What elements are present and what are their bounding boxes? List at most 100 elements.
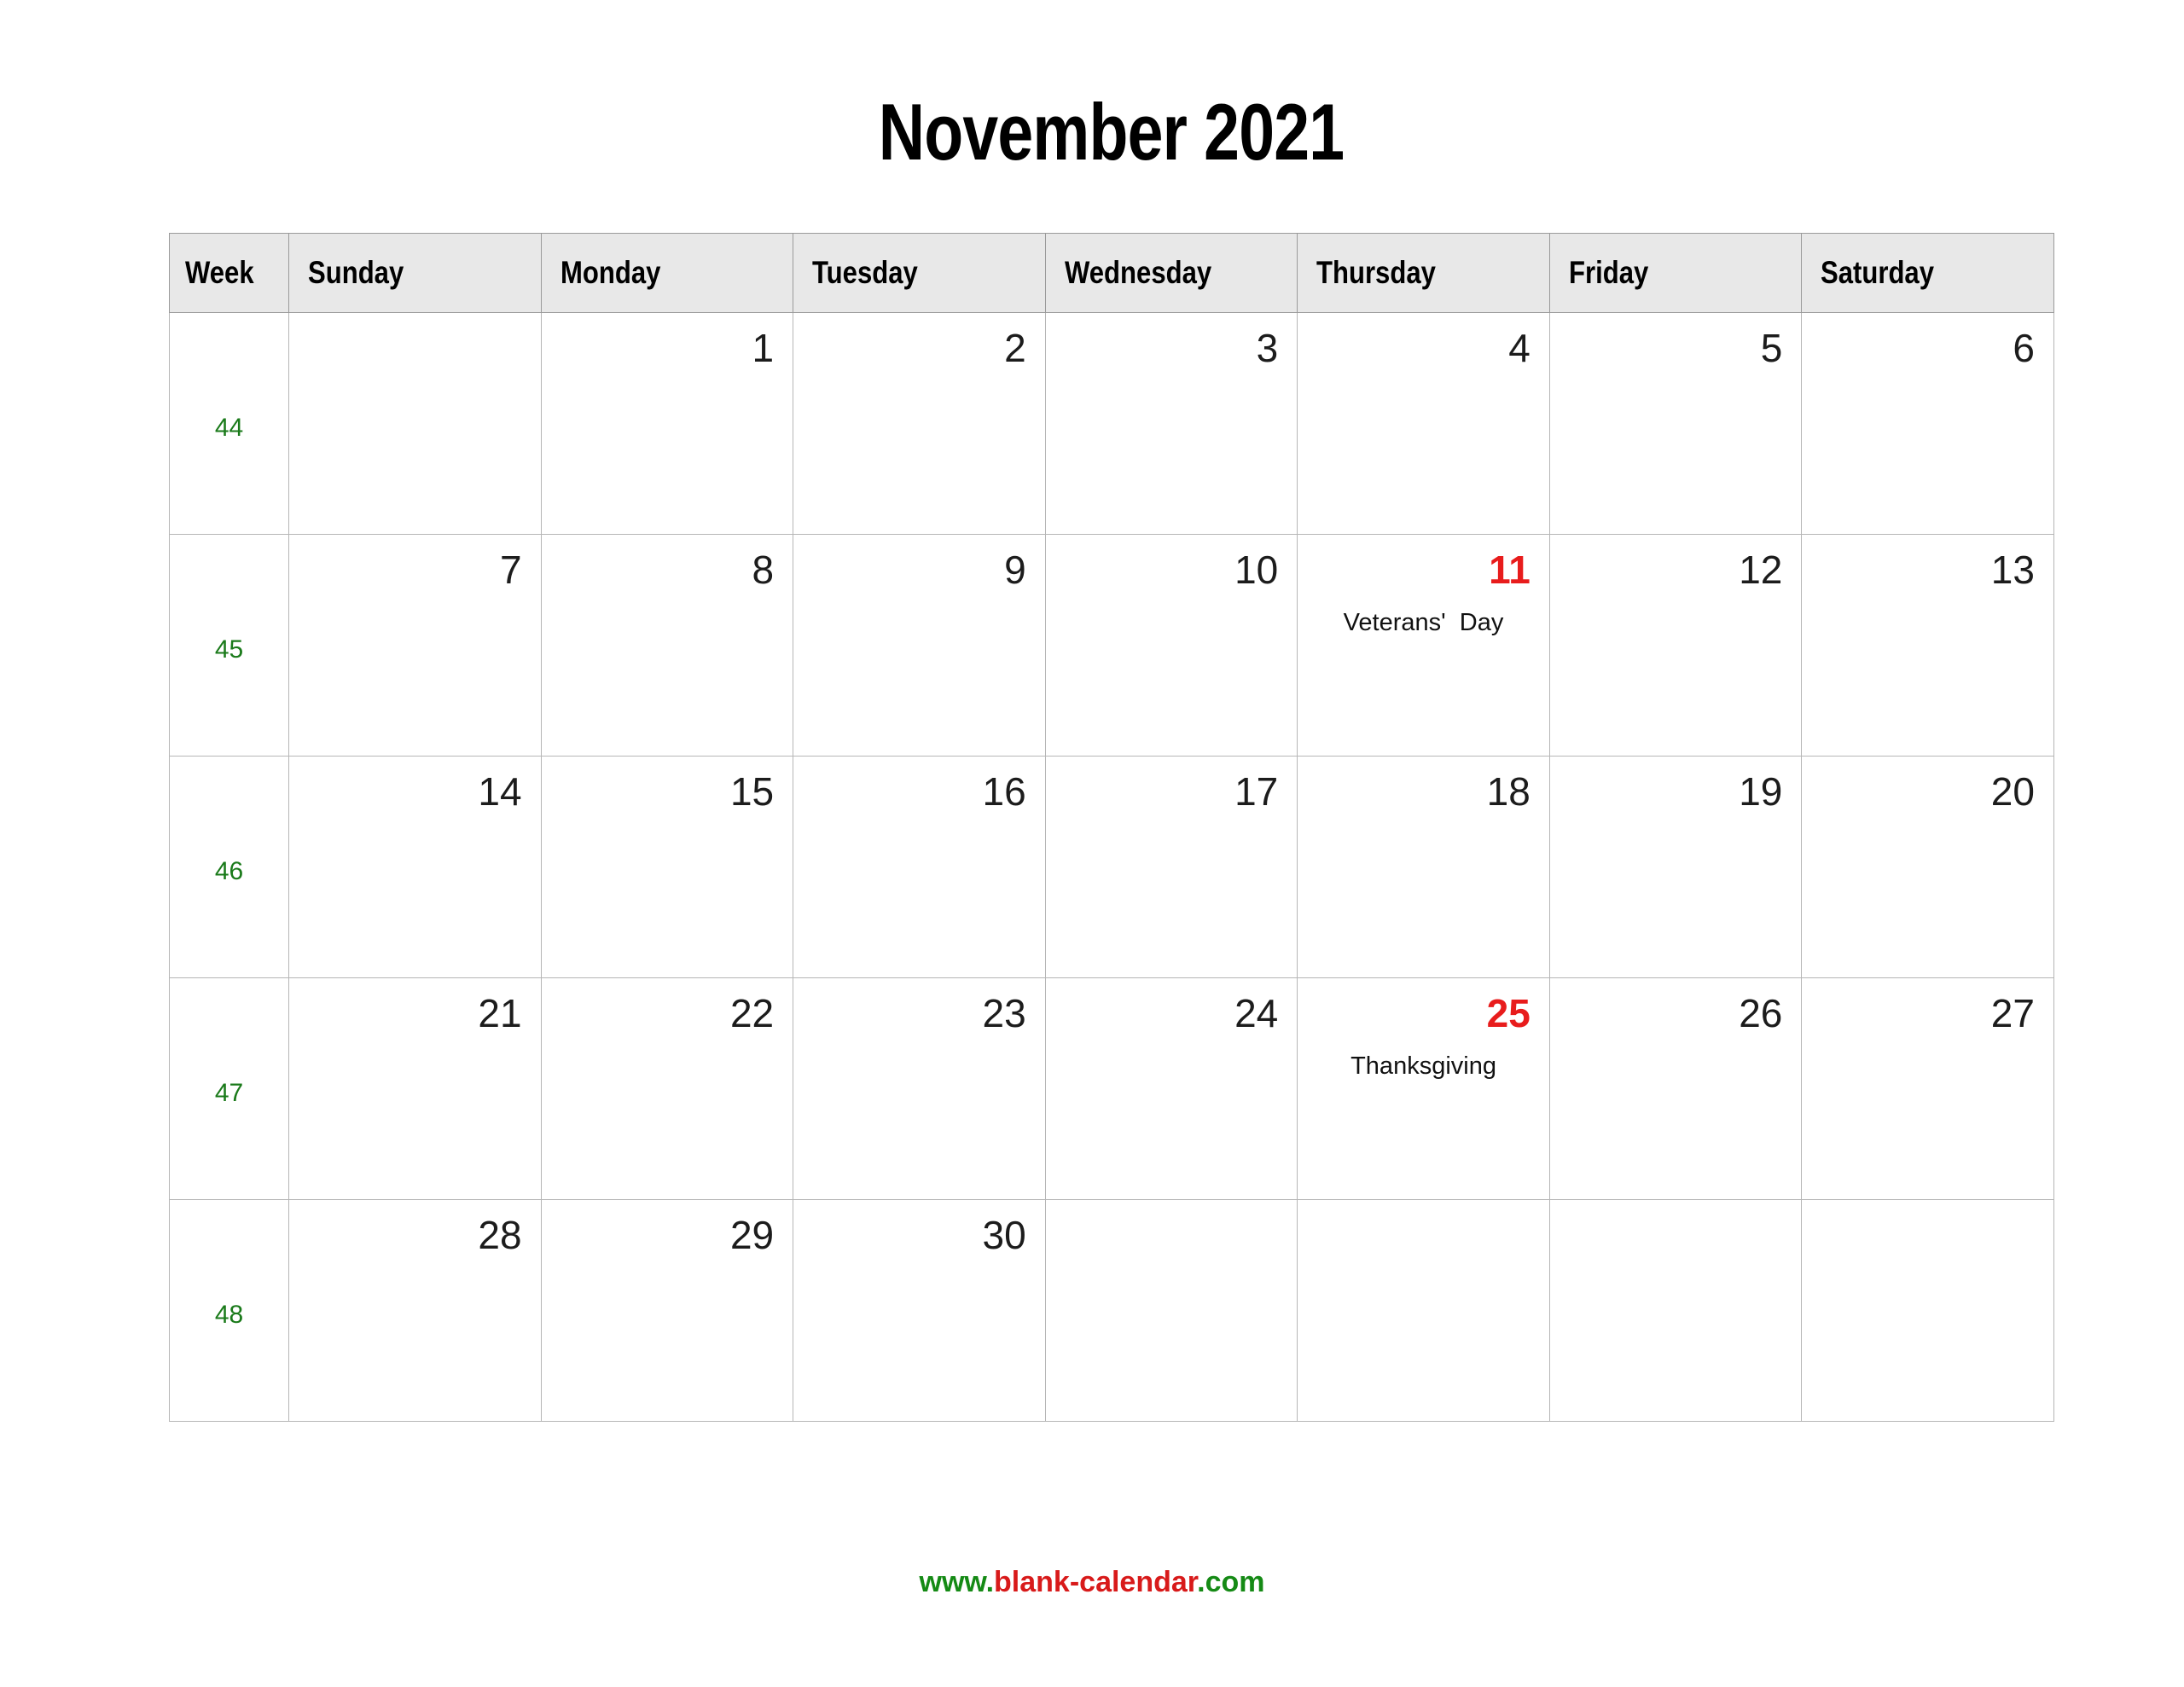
table-row: 46 14 15 16 17 18 19 20: [169, 756, 2054, 978]
week-number-label: 47: [214, 1078, 244, 1107]
day-number: 17: [1234, 769, 1279, 814]
day-cell[interactable]: 8: [540, 534, 794, 757]
day-cell[interactable]: 20: [1801, 756, 2054, 978]
column-header-saturday-label: Saturday: [1821, 255, 1935, 290]
day-number-holiday: 25: [1486, 991, 1531, 1035]
day-cell[interactable]: 10: [1044, 534, 1298, 757]
column-header-monday-label: Monday: [560, 255, 660, 290]
week-number-label: 44: [214, 413, 244, 442]
day-number: 10: [1234, 548, 1279, 592]
day-cell[interactable]: 11 Veterans' Day: [1297, 534, 1550, 757]
day-cell[interactable]: 27: [1801, 977, 2054, 1200]
column-header-friday: Friday: [1548, 233, 1803, 313]
day-cell-empty: [1044, 1199, 1298, 1422]
day-number: 8: [752, 548, 775, 592]
day-cell[interactable]: 15: [540, 756, 794, 978]
day-cell[interactable]: 2: [793, 312, 1046, 535]
day-cell[interactable]: 7: [288, 534, 542, 757]
day-number: 27: [1990, 991, 2035, 1035]
day-cell[interactable]: 19: [1548, 756, 1803, 978]
week-number-cell: 48: [169, 1199, 289, 1422]
column-header-friday-label: Friday: [1568, 255, 1649, 290]
column-header-wednesday-label: Wednesday: [1064, 255, 1211, 290]
day-number: 20: [1990, 769, 2035, 814]
column-header-tuesday-label: Tuesday: [812, 255, 918, 290]
day-cell[interactable]: 3: [1044, 312, 1298, 535]
day-cell[interactable]: 28: [288, 1199, 542, 1422]
day-cell[interactable]: 5: [1548, 312, 1803, 535]
day-number: 16: [982, 769, 1026, 814]
footer-link-part-www: www.: [919, 1566, 995, 1598]
table-row: 44 1 2 3 4 5 6: [169, 312, 2054, 535]
day-number-holiday: 11: [1489, 548, 1531, 592]
day-cell[interactable]: 14: [288, 756, 542, 978]
calendar-grid: Week Sunday Monday Tuesday Wednesday Thu…: [169, 233, 2054, 1422]
footer-link[interactable]: www.blank-calendar.com: [0, 1568, 2184, 1597]
calendar-page: November 2021 Week Sunday Monday Tuesday…: [0, 0, 2184, 1687]
column-header-week-label: Week: [185, 255, 254, 290]
day-cell[interactable]: 24: [1044, 977, 1298, 1200]
column-header-tuesday: Tuesday: [793, 233, 1046, 313]
holiday-label: Veterans' Day: [1343, 609, 1504, 636]
calendar-header-row: Week Sunday Monday Tuesday Wednesday Thu…: [169, 233, 2054, 313]
day-number: 28: [478, 1213, 522, 1257]
column-header-thursday-label: Thursday: [1316, 255, 1437, 290]
day-number: 1: [752, 326, 775, 370]
day-cell[interactable]: 26: [1548, 977, 1803, 1200]
day-number: 4: [1508, 326, 1531, 370]
table-row: 48 28 29 30: [169, 1199, 2054, 1422]
day-cell[interactable]: 21: [288, 977, 542, 1200]
table-row: 45 7 8 9 10 11 Veterans' Day 12 13: [169, 534, 2054, 757]
week-number-cell: 46: [169, 756, 289, 978]
day-cell[interactable]: 17: [1044, 756, 1298, 978]
day-number: 6: [2013, 326, 2035, 370]
day-number: 9: [1004, 548, 1026, 592]
day-cell[interactable]: 29: [540, 1199, 794, 1422]
week-number-cell: 47: [169, 977, 289, 1200]
footer-link-part-domain: blank-calendar: [994, 1566, 1198, 1598]
day-number: 14: [478, 769, 522, 814]
day-number: 21: [478, 991, 522, 1035]
day-number: 13: [1990, 548, 2035, 592]
column-header-sunday: Sunday: [288, 233, 542, 313]
day-number: 22: [729, 991, 775, 1035]
table-row: 47 21 22 23 24 25 Thanksgiving 26 27: [169, 977, 2054, 1200]
day-cell[interactable]: 9: [793, 534, 1046, 757]
day-cell[interactable]: 25 Thanksgiving: [1297, 977, 1550, 1200]
day-number: 30: [982, 1213, 1026, 1257]
day-number: 2: [1004, 326, 1026, 370]
day-cell[interactable]: 4: [1297, 312, 1550, 535]
day-cell[interactable]: 18: [1297, 756, 1550, 978]
day-number: 29: [729, 1213, 775, 1257]
week-number-label: 46: [214, 856, 244, 885]
day-cell[interactable]: 16: [793, 756, 1046, 978]
day-cell[interactable]: 22: [540, 977, 794, 1200]
day-number: 12: [1739, 548, 1783, 592]
day-cell[interactable]: 1: [540, 312, 794, 535]
calendar-body: 44 1 2 3 4 5 6 45 7 8 9 10 11 Veterans' Day 12 13 46 14 15…: [169, 312, 2054, 1422]
week-number-label: 45: [214, 635, 244, 664]
column-header-saturday: Saturday: [1801, 233, 2054, 313]
week-number-cell: 45: [169, 534, 289, 757]
day-cell[interactable]: 12: [1548, 534, 1803, 757]
week-number-label: 48: [214, 1300, 244, 1329]
day-cell-empty: [1297, 1199, 1550, 1422]
day-cell[interactable]: 6: [1801, 312, 2054, 535]
column-header-week: Week: [169, 233, 289, 313]
day-cell-empty: [288, 312, 542, 535]
day-number: 15: [729, 769, 775, 814]
footer-link-part-tld: .com: [1197, 1566, 1265, 1598]
day-cell[interactable]: 23: [793, 977, 1046, 1200]
day-cell[interactable]: 13: [1801, 534, 2054, 757]
day-number: 24: [1234, 991, 1279, 1035]
column-header-wednesday: Wednesday: [1044, 233, 1298, 313]
day-number: 7: [499, 548, 522, 592]
day-cell-empty: [1548, 1199, 1803, 1422]
day-number: 19: [1739, 769, 1783, 814]
day-cell-empty: [1801, 1199, 2054, 1422]
column-header-thursday: Thursday: [1297, 233, 1550, 313]
day-number: 18: [1486, 769, 1531, 814]
column-header-sunday-label: Sunday: [308, 255, 404, 290]
day-cell[interactable]: 30: [793, 1199, 1046, 1422]
holiday-label: Thanksgiving: [1350, 1052, 1496, 1080]
